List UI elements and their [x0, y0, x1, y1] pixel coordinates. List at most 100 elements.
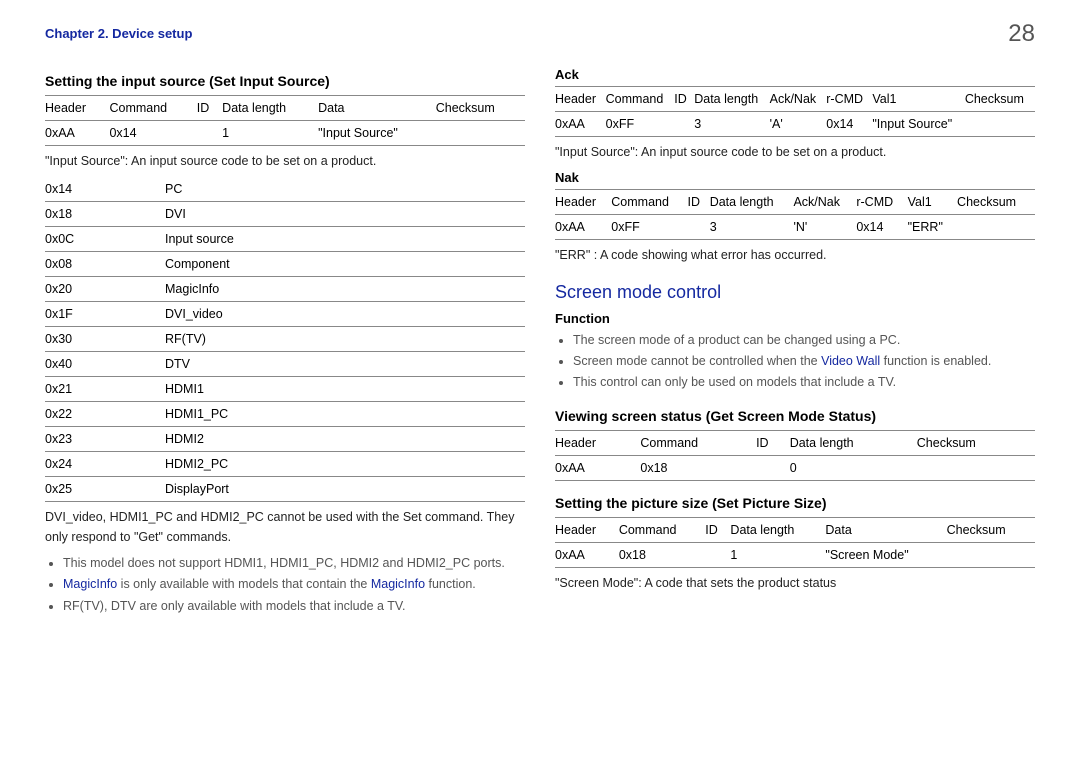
table-row: 0x08Component — [45, 252, 525, 277]
th: Data length — [790, 430, 917, 455]
th: Data length — [694, 87, 769, 112]
th: Command — [619, 517, 705, 542]
heading-view-screen: Viewing screen status (Get Screen Mode S… — [555, 408, 1035, 424]
td: 0x21 — [45, 377, 165, 402]
td: 0x23 — [45, 427, 165, 452]
td: 0x14 — [856, 215, 907, 240]
th: Ack/Nak — [770, 87, 827, 112]
table-row: 0x0CInput source — [45, 227, 525, 252]
th: ID — [197, 96, 222, 121]
td — [947, 542, 1035, 567]
text: function. — [425, 577, 476, 591]
page-number: 28 — [1008, 20, 1035, 48]
td: HDMI1_PC — [165, 402, 525, 427]
td: 0xFF — [611, 215, 687, 240]
td: "Input Source" — [318, 121, 436, 146]
td: HDMI2_PC — [165, 452, 525, 477]
td: "ERR" — [908, 215, 957, 240]
left-column: Setting the input source (Set Input Sour… — [45, 59, 525, 623]
magicinfo-link: MagicInfo — [63, 577, 117, 591]
td: 0x14 — [45, 177, 165, 202]
td: 0x0C — [45, 227, 165, 252]
table-view-screen: Header Command ID Data length Checksum 0… — [555, 430, 1035, 481]
th: Header — [45, 96, 109, 121]
td: 0x22 — [45, 402, 165, 427]
th: Command — [640, 430, 756, 455]
td — [756, 455, 790, 480]
td — [917, 455, 1035, 480]
td: 0xAA — [555, 112, 606, 137]
td: "Input Source" — [872, 112, 964, 137]
td — [957, 215, 1035, 240]
td — [674, 112, 694, 137]
th: Checksum — [965, 87, 1035, 112]
list-item: Screen mode cannot be controlled when th… — [573, 351, 1035, 372]
td: Component — [165, 252, 525, 277]
th: Data — [825, 517, 946, 542]
td — [965, 112, 1035, 137]
td: 0x30 — [45, 327, 165, 352]
list-item: MagicInfo is only available with models … — [63, 574, 525, 595]
notes-list: This model does not support HDMI1, HDMI1… — [45, 553, 525, 617]
table-row: 0xAA 0x14 1 "Input Source" — [45, 121, 525, 146]
table-row: 0xAA 0xFF 3 'N' 0x14 "ERR" — [555, 215, 1035, 240]
td — [688, 215, 710, 240]
th: Command — [606, 87, 675, 112]
td — [436, 121, 525, 146]
table-row: 0x22HDMI1_PC — [45, 402, 525, 427]
th: Checksum — [947, 517, 1035, 542]
table-row: 0xAA 0x18 0 — [555, 455, 1035, 480]
th: ID — [756, 430, 790, 455]
td: DTV — [165, 352, 525, 377]
table-row: 0x1FDVI_video — [45, 302, 525, 327]
th: Command — [109, 96, 196, 121]
td: 0x08 — [45, 252, 165, 277]
table-row: 0x40DTV — [45, 352, 525, 377]
td: 0x14 — [826, 112, 872, 137]
list-item: The screen mode of a product can be chan… — [573, 330, 1035, 351]
th: Checksum — [436, 96, 525, 121]
th: Data length — [710, 190, 794, 215]
th: Command — [611, 190, 687, 215]
th: ID — [688, 190, 710, 215]
table-row: 0x14PC — [45, 177, 525, 202]
td: DVI_video — [165, 302, 525, 327]
table-row: 0xAA 0xFF 3 'A' 0x14 "Input Source" — [555, 112, 1035, 137]
list-item: RF(TV), DTV are only available with mode… — [63, 596, 525, 617]
td: 3 — [694, 112, 769, 137]
th: Ack/Nak — [793, 190, 856, 215]
table-row: 0x20MagicInfo — [45, 277, 525, 302]
function-list: The screen mode of a product can be chan… — [555, 330, 1035, 394]
td: "Screen Mode" — [825, 542, 946, 567]
heading-function: Function — [555, 311, 1035, 326]
td: 0x14 — [109, 121, 196, 146]
text: Screen mode cannot be controlled when th… — [573, 354, 821, 368]
td: 0x24 — [45, 452, 165, 477]
th: Checksum — [917, 430, 1035, 455]
th: r-CMD — [856, 190, 907, 215]
td: 0x1F — [45, 302, 165, 327]
note-nak: "ERR" : A code showing what error has oc… — [555, 246, 1035, 265]
td: 1 — [730, 542, 825, 567]
td: MagicInfo — [165, 277, 525, 302]
td: 1 — [222, 121, 318, 146]
td: 0xAA — [555, 455, 640, 480]
text: function is enabled. — [880, 354, 991, 368]
note-input-source: "Input Source": An input source code to … — [45, 152, 525, 171]
text: is only available with models that conta… — [117, 577, 371, 591]
table-nak: Header Command ID Data length Ack/Nak r-… — [555, 189, 1035, 240]
th: Data length — [222, 96, 318, 121]
td: 'A' — [770, 112, 827, 137]
list-item: This control can only be used on models … — [573, 372, 1035, 393]
magicinfo-link: MagicInfo — [371, 577, 425, 591]
table-row: 0x18DVI — [45, 202, 525, 227]
td — [705, 542, 730, 567]
table-row: 0xAA 0x18 1 "Screen Mode" — [555, 542, 1035, 567]
heading-nak: Nak — [555, 170, 1035, 185]
heading-set-picture: Setting the picture size (Set Picture Si… — [555, 495, 1035, 511]
th: r-CMD — [826, 87, 872, 112]
heading-screen-mode: Screen mode control — [555, 282, 1035, 303]
chapter-title: Chapter 2. Device setup — [45, 26, 1035, 41]
td: Input source — [165, 227, 525, 252]
note-ack: "Input Source": An input source code to … — [555, 143, 1035, 162]
